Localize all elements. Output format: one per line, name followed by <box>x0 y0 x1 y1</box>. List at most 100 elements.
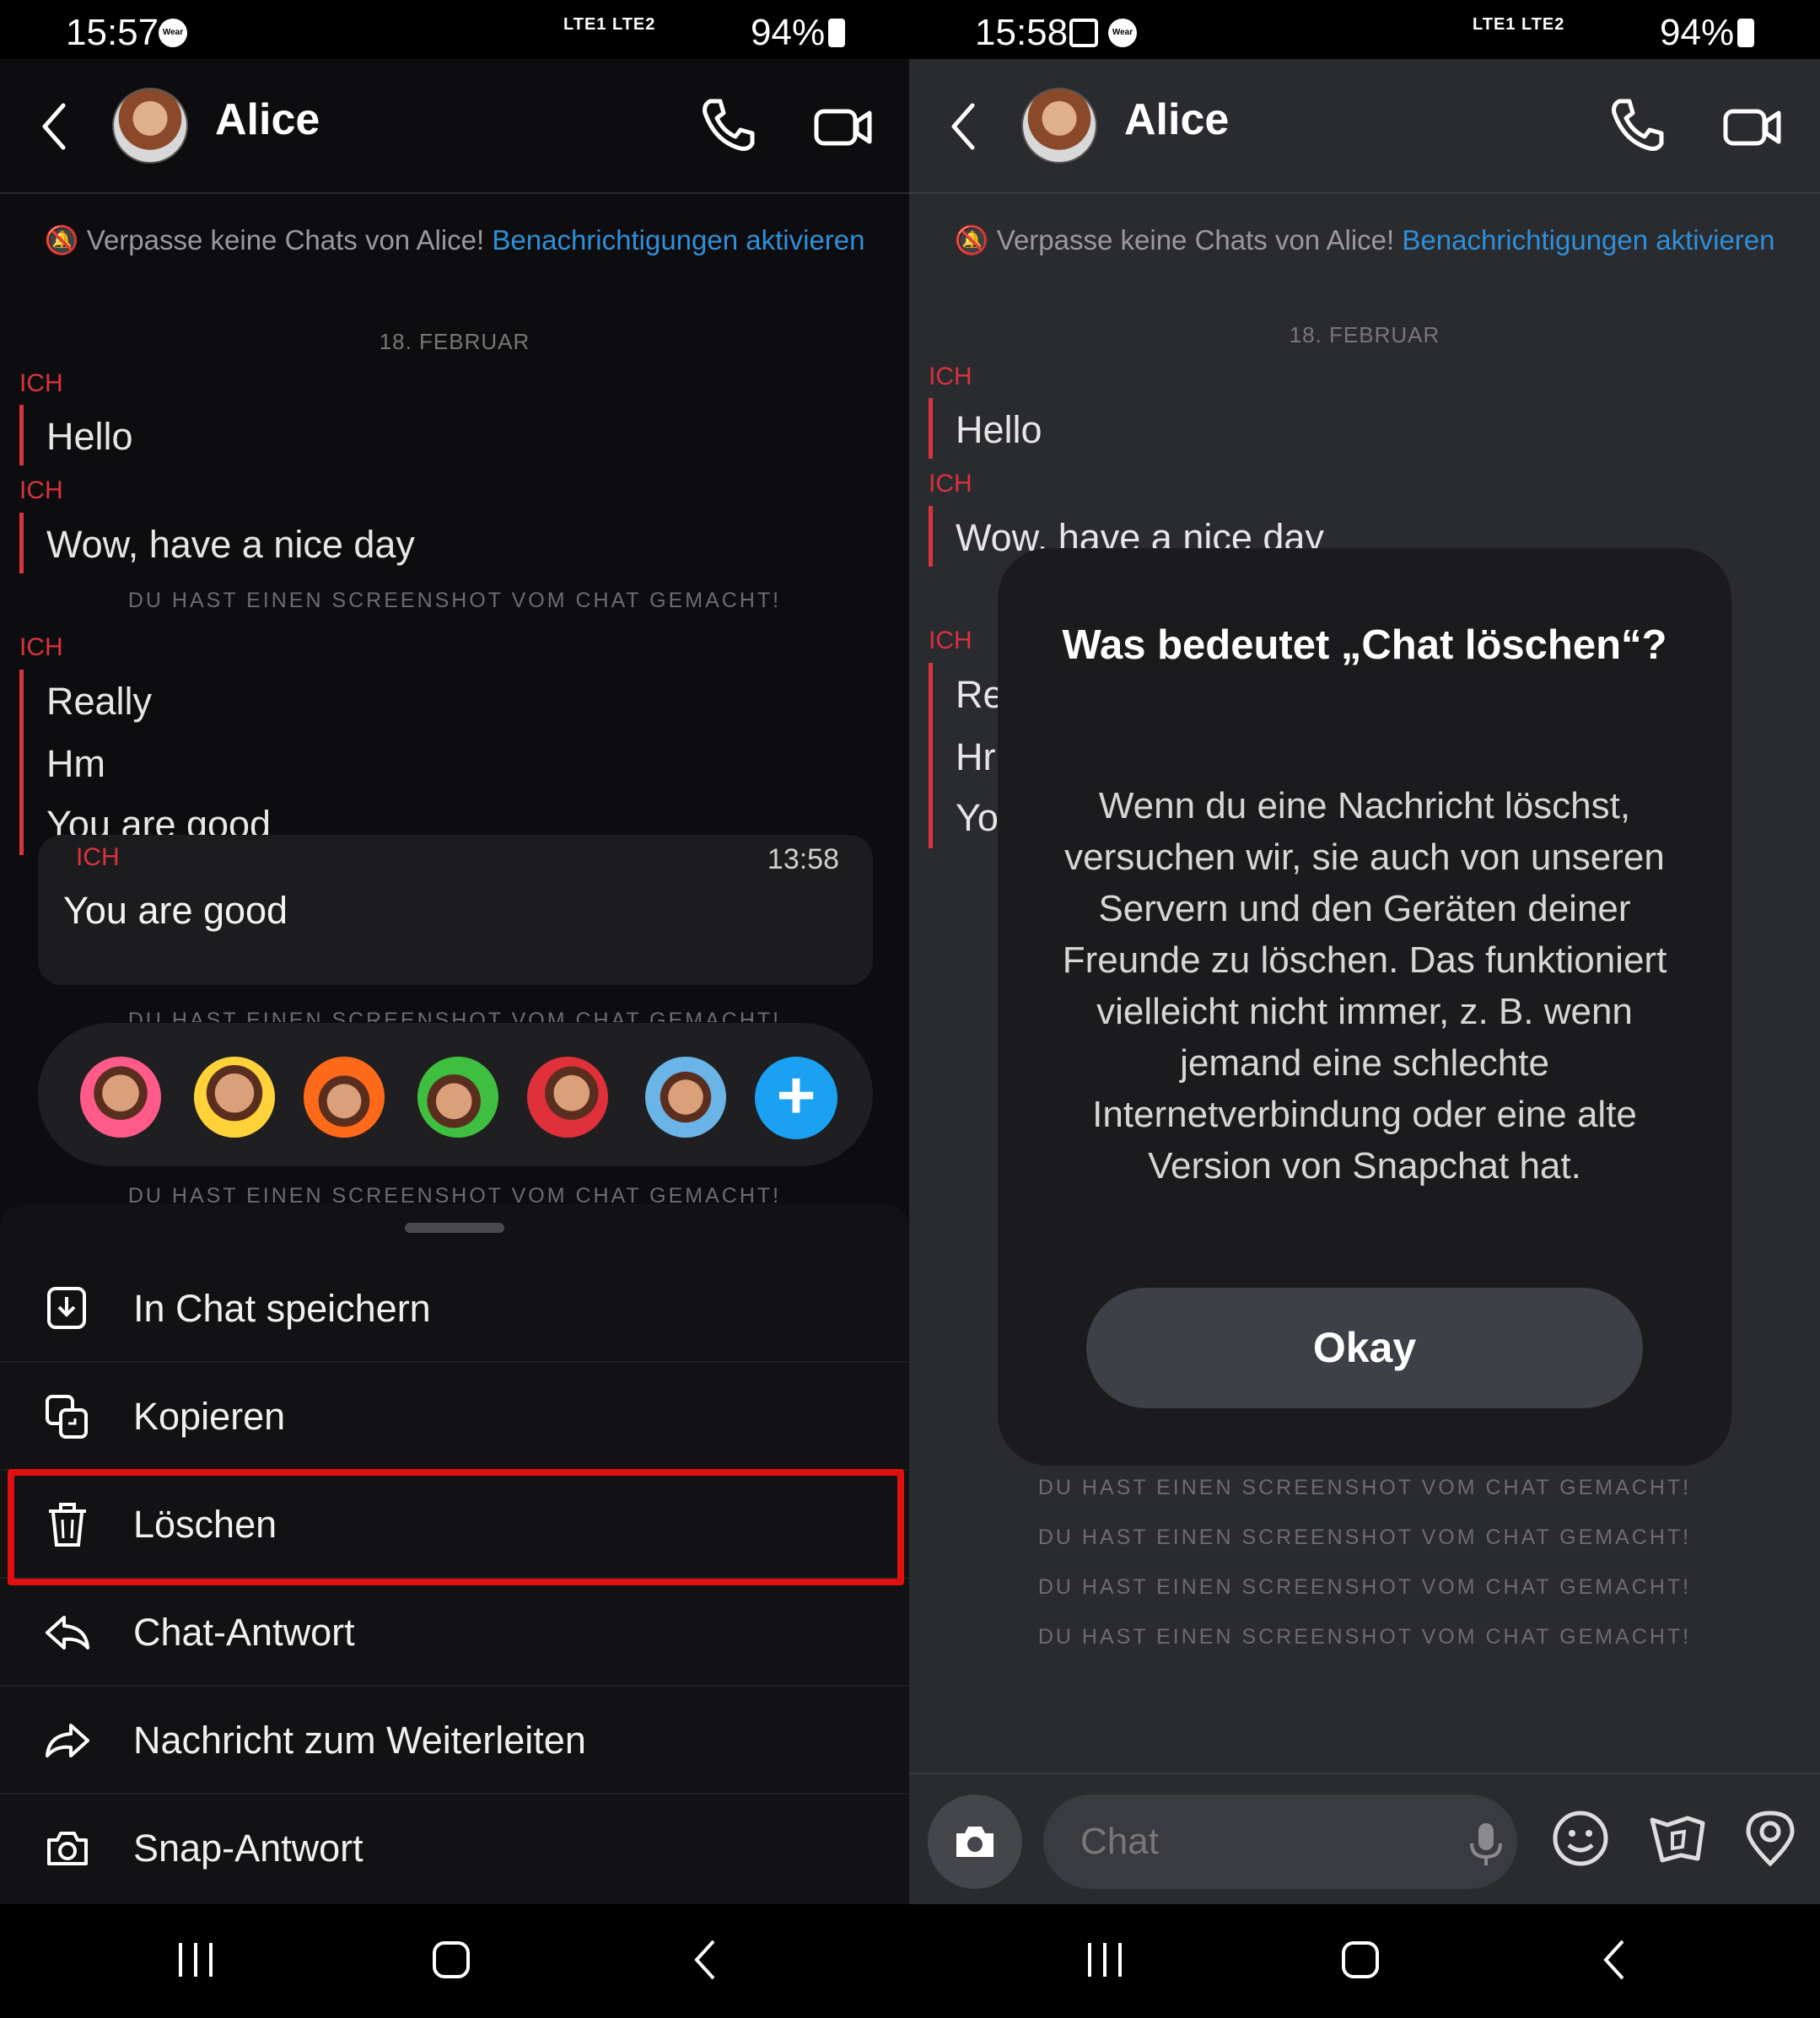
delete-highlight-box <box>8 1469 904 1585</box>
camera-icon <box>47 1832 88 1865</box>
status-time: 15:58 <box>975 12 1069 53</box>
save-in-chat-icon <box>47 1287 86 1329</box>
laugh-cry-reaction-icon[interactable] <box>194 1057 275 1138</box>
menu-item-label: Snap-Antwort <box>133 1827 363 1870</box>
status-time: 15:57 <box>66 12 159 53</box>
chat-placeholder: Chat <box>1080 1821 1159 1862</box>
message-bar <box>19 405 24 465</box>
add-reaction-button[interactable]: + <box>755 1057 837 1139</box>
home-icon[interactable] <box>426 1935 477 1985</box>
battery-icon <box>1737 19 1754 47</box>
location-pin-icon[interactable] <box>1740 1808 1801 1869</box>
status-bar: 15:58 Wear LTE1 LTE2 94% <box>909 0 1820 59</box>
message-bar <box>19 513 24 573</box>
message-text[interactable]: Re <box>956 673 1004 717</box>
sad-reaction-icon[interactable] <box>645 1057 726 1138</box>
battery-percent: 94% <box>751 12 826 53</box>
battery-icon <box>828 19 845 47</box>
microphone-icon[interactable] <box>1465 1820 1507 1867</box>
thumbs-up-reaction-icon[interactable] <box>417 1057 498 1138</box>
recent-apps-icon[interactable] <box>170 1935 221 1985</box>
home-icon[interactable] <box>1335 1935 1386 1985</box>
notice-text: Verpasse keine Chats von Alice! <box>86 224 493 256</box>
notifications-link[interactable]: Benachrichtigungen aktivieren <box>1402 224 1774 256</box>
wear-icon: Wear <box>1108 19 1137 47</box>
sender-label: ICH <box>929 363 972 390</box>
reply-icon <box>46 1616 89 1649</box>
sender-label: ICH <box>19 476 63 504</box>
chat-header: Alice <box>0 59 909 194</box>
back-arrow-icon[interactable] <box>947 101 981 152</box>
okay-button[interactable]: Okay <box>1086 1288 1643 1408</box>
menu-item-label: Chat-Antwort <box>133 1611 355 1654</box>
message-bar <box>929 663 933 848</box>
bell-off-icon: 🔕 <box>44 224 87 256</box>
screenshot-notice: DU HAST EINEN SCREENSHOT VOM CHAT GEMACH… <box>127 589 782 612</box>
sender-label: ICH <box>19 633 63 661</box>
menu-item-forward[interactable]: Nachricht zum Weiterleiten <box>0 1687 909 1795</box>
message-text[interactable]: Hello <box>46 415 133 459</box>
gallery-icon <box>1069 19 1098 47</box>
contact-name[interactable]: Alice <box>1124 94 1229 145</box>
menu-item-save-in-chat[interactable]: In Chat speichern <box>0 1255 909 1363</box>
message-text[interactable]: Really <box>46 680 152 724</box>
message-text[interactable]: Hm <box>46 742 105 786</box>
sender-label: ICH <box>19 369 63 397</box>
selected-message-card[interactable]: ICH 13:58 You are good <box>38 835 873 985</box>
system-nav-bar <box>0 1904 909 2018</box>
contact-name[interactable]: Alice <box>215 94 320 145</box>
message-text[interactable]: Hello <box>956 408 1042 452</box>
sender-label: ICH <box>76 843 120 871</box>
camera-button[interactable] <box>928 1795 1022 1889</box>
notification-notice: 🔕 Verpasse keine Chats von Alice! Benach… <box>0 221 909 260</box>
phone-icon[interactable] <box>1607 96 1667 155</box>
avatar[interactable] <box>112 88 188 164</box>
date-separator: 18. FEBRUAR <box>379 329 530 354</box>
notice-text: Verpasse keine Chats von Alice! <box>996 224 1403 256</box>
nav-back-icon[interactable] <box>681 1935 732 1985</box>
screenshot-notice: DU HAST EINEN SCREENSHOT VOM CHAT GEMACH… <box>1037 1526 1692 1549</box>
chat-header: Alice <box>909 59 1820 194</box>
sender-label: ICH <box>929 627 972 654</box>
nav-back-icon[interactable] <box>1591 1935 1641 1985</box>
delete-info-dialog: Was bedeutet „Chat löschen“? Wenn du ein… <box>998 548 1731 1466</box>
video-call-icon[interactable] <box>814 101 873 152</box>
sender-label: ICH <box>929 470 972 498</box>
menu-item-chat-reply[interactable]: Chat-Antwort <box>0 1579 909 1687</box>
signal-icon: LTE1 LTE2 <box>1473 15 1565 34</box>
screenshot-notice: DU HAST EINEN SCREENSHOT VOM CHAT GEMACH… <box>1037 1575 1692 1599</box>
wear-icon: Wear <box>159 19 187 47</box>
sheet-handle[interactable] <box>405 1223 504 1233</box>
message-text[interactable]: Yo <box>956 796 999 840</box>
emoji-icon[interactable] <box>1550 1808 1611 1869</box>
video-call-icon[interactable] <box>1723 101 1782 152</box>
message-bar <box>929 506 933 567</box>
message-text: You are good <box>63 889 288 932</box>
message-text[interactable]: Hr <box>956 735 995 779</box>
notification-notice: 🔕 Verpasse keine Chats von Alice! Benach… <box>909 221 1820 260</box>
thumbs-down-reaction-icon[interactable] <box>527 1057 608 1138</box>
bell-off-icon: 🔕 <box>954 224 997 256</box>
recent-apps-icon[interactable] <box>1080 1935 1130 1985</box>
menu-item-label: In Chat speichern <box>133 1287 431 1330</box>
chat-input[interactable]: Chat <box>1043 1795 1517 1889</box>
menu-item-copy[interactable]: Kopieren <box>0 1363 909 1471</box>
notifications-link[interactable]: Benachrichtigungen aktivieren <box>492 224 864 256</box>
stickers-icon[interactable] <box>1647 1808 1708 1869</box>
screenshot-notice: DU HAST EINEN SCREENSHOT VOM CHAT GEMACH… <box>127 1009 782 1022</box>
status-bar: 15:57 Wear LTE1 LTE2 94% <box>0 0 909 59</box>
message-text[interactable]: Wow, have a nice day <box>46 523 415 567</box>
avatar[interactable] <box>1021 88 1097 164</box>
message-bar <box>19 670 24 855</box>
dialog-body: Wenn du eine Nachricht löschst, versuche… <box>1062 785 1667 1187</box>
left-screen: 15:57 Wear LTE1 LTE2 94% Alice 🔕 Verpass… <box>0 0 909 2018</box>
system-nav-bar <box>909 1904 1820 2018</box>
battery-percent: 94% <box>1660 12 1735 53</box>
menu-item-label: Kopieren <box>133 1395 286 1438</box>
fire-reaction-icon[interactable] <box>304 1057 385 1138</box>
reaction-bar: + <box>38 1023 873 1166</box>
menu-item-snap-reply[interactable]: Snap-Antwort <box>0 1795 909 1902</box>
phone-icon[interactable] <box>698 96 757 155</box>
heart-reaction-icon[interactable] <box>80 1057 161 1138</box>
back-arrow-icon[interactable] <box>38 101 72 152</box>
